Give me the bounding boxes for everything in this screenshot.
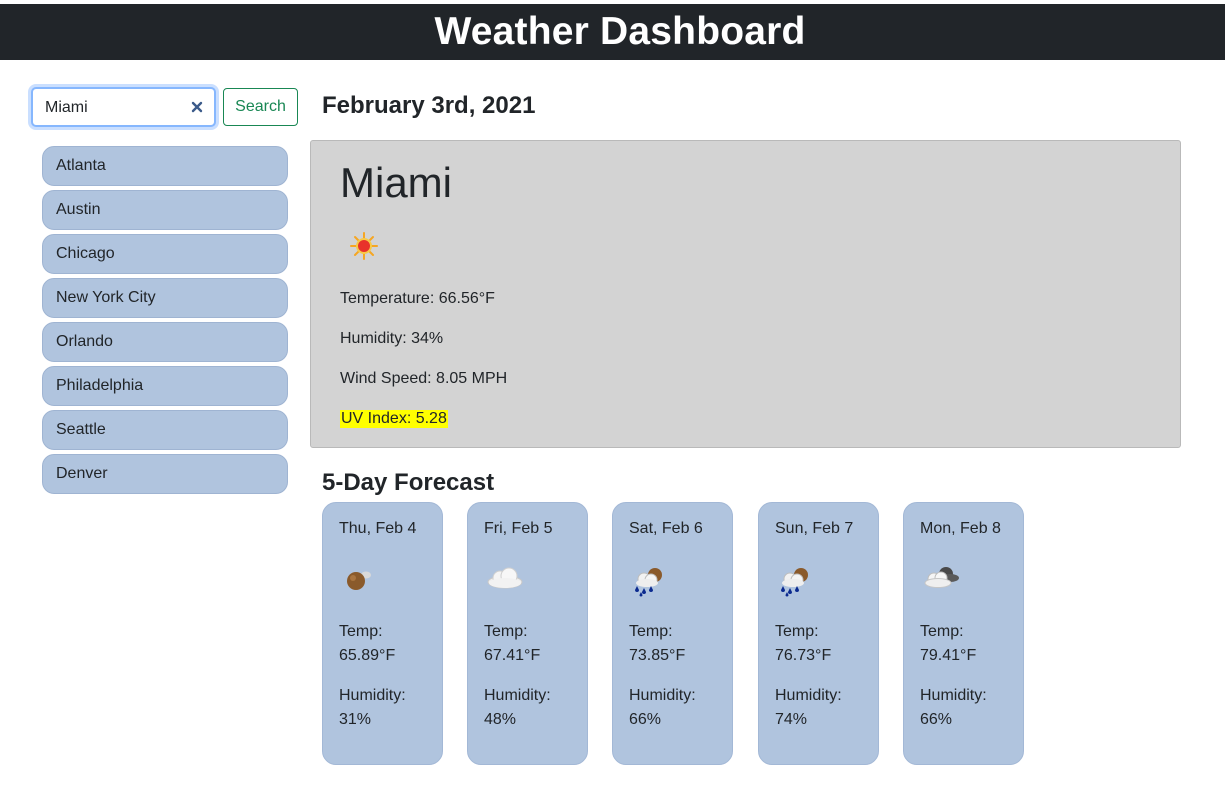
forecast-humidity-label: Humidity: [484, 687, 551, 704]
forecast-humidity-label: Humidity: [920, 687, 987, 704]
history-item-label: Austin [56, 201, 101, 218]
current-city-name: Miami [340, 159, 452, 206]
current-date: February 3rd, 2021 [322, 92, 536, 119]
history-item-new-york-city[interactable]: New York City [42, 278, 288, 318]
history-item-label: Denver [56, 465, 108, 482]
broken-clouds-icon [914, 558, 964, 598]
history-item-philadelphia[interactable]: Philadelphia [42, 366, 288, 406]
forecast-temp-label: Temp: [629, 623, 673, 640]
forecast-card: Sat, Feb 6 Temp: 73.85°F Humidity: 66% [612, 502, 733, 765]
forecast-humidity-value: 48% [484, 711, 517, 728]
forecast-temp-value: 79.41°F [920, 647, 977, 664]
search-history-list: Atlanta Austin Chicago New York City Orl… [42, 146, 288, 498]
forecast-humidity-label: Humidity: [775, 687, 842, 704]
forecast-temp-value: 76.73°F [775, 647, 832, 664]
history-item-label: Chicago [56, 245, 115, 262]
page-title: Weather Dashboard [434, 10, 806, 53]
moon-few-clouds-icon [333, 558, 383, 598]
history-item-denver[interactable]: Denver [42, 454, 288, 494]
forecast-card: Mon, Feb 8 Temp: 79.41°F Humidity: 66% [903, 502, 1024, 765]
forecast-humidity-value: 74% [775, 711, 808, 728]
rain-icon [623, 558, 673, 598]
history-item-label: New York City [56, 289, 156, 306]
current-temperature: Temperature: 66.56°F [340, 290, 495, 307]
cloud-icon [478, 558, 528, 598]
history-item-label: Seattle [56, 421, 106, 438]
forecast-card: Thu, Feb 4 Temp: 65.89°F Humidity: 31% [322, 502, 443, 765]
forecast-humidity-value: 31% [339, 711, 372, 728]
forecast-temp-label: Temp: [339, 623, 383, 640]
history-item-austin[interactable]: Austin [42, 190, 288, 230]
forecast-heading: 5-Day Forecast [322, 469, 495, 496]
sun-icon [347, 229, 381, 263]
current-humidity: Humidity: 34% [340, 330, 444, 347]
forecast-card: Sun, Feb 7 Temp: 76.73°F Humidity: 74% [758, 502, 879, 765]
clear-icon[interactable] [187, 97, 207, 117]
forecast-date: Mon, Feb 8 [920, 520, 1001, 537]
history-item-chicago[interactable]: Chicago [42, 234, 288, 274]
history-item-label: Philadelphia [56, 377, 144, 394]
current-uv-index: UV Index: 5.28 [340, 410, 448, 428]
current-weather-card: Miami Temperature: 66.56°F Humidity: 34%… [310, 140, 1181, 448]
app-header: Weather Dashboard [0, 4, 1225, 60]
rain-icon [769, 558, 819, 598]
search-input[interactable] [45, 98, 185, 118]
forecast-humidity-value: 66% [920, 711, 953, 728]
forecast-humidity-label: Humidity: [339, 687, 406, 704]
forecast-date: Sun, Feb 7 [775, 520, 854, 537]
forecast-card: Fri, Feb 5 Temp: 67.41°F Humidity: 48% [467, 502, 588, 765]
current-wind-speed: Wind Speed: 8.05 MPH [340, 370, 508, 387]
forecast-date: Thu, Feb 4 [339, 520, 417, 537]
forecast-temp-value: 67.41°F [484, 647, 541, 664]
forecast-temp-value: 73.85°F [629, 647, 686, 664]
forecast-date: Fri, Feb 5 [484, 520, 553, 537]
history-item-label: Atlanta [56, 157, 106, 174]
search-box[interactable] [31, 87, 216, 127]
history-item-seattle[interactable]: Seattle [42, 410, 288, 450]
forecast-temp-label: Temp: [484, 623, 528, 640]
forecast-humidity-label: Humidity: [629, 687, 696, 704]
history-item-atlanta[interactable]: Atlanta [42, 146, 288, 186]
history-item-label: Orlando [56, 333, 113, 350]
forecast-humidity-value: 66% [629, 711, 662, 728]
forecast-temp-label: Temp: [775, 623, 819, 640]
history-item-orlando[interactable]: Orlando [42, 322, 288, 362]
forecast-temp-value: 65.89°F [339, 647, 396, 664]
search-button[interactable]: Search [223, 88, 298, 126]
forecast-date: Sat, Feb 6 [629, 520, 703, 537]
forecast-temp-label: Temp: [920, 623, 964, 640]
